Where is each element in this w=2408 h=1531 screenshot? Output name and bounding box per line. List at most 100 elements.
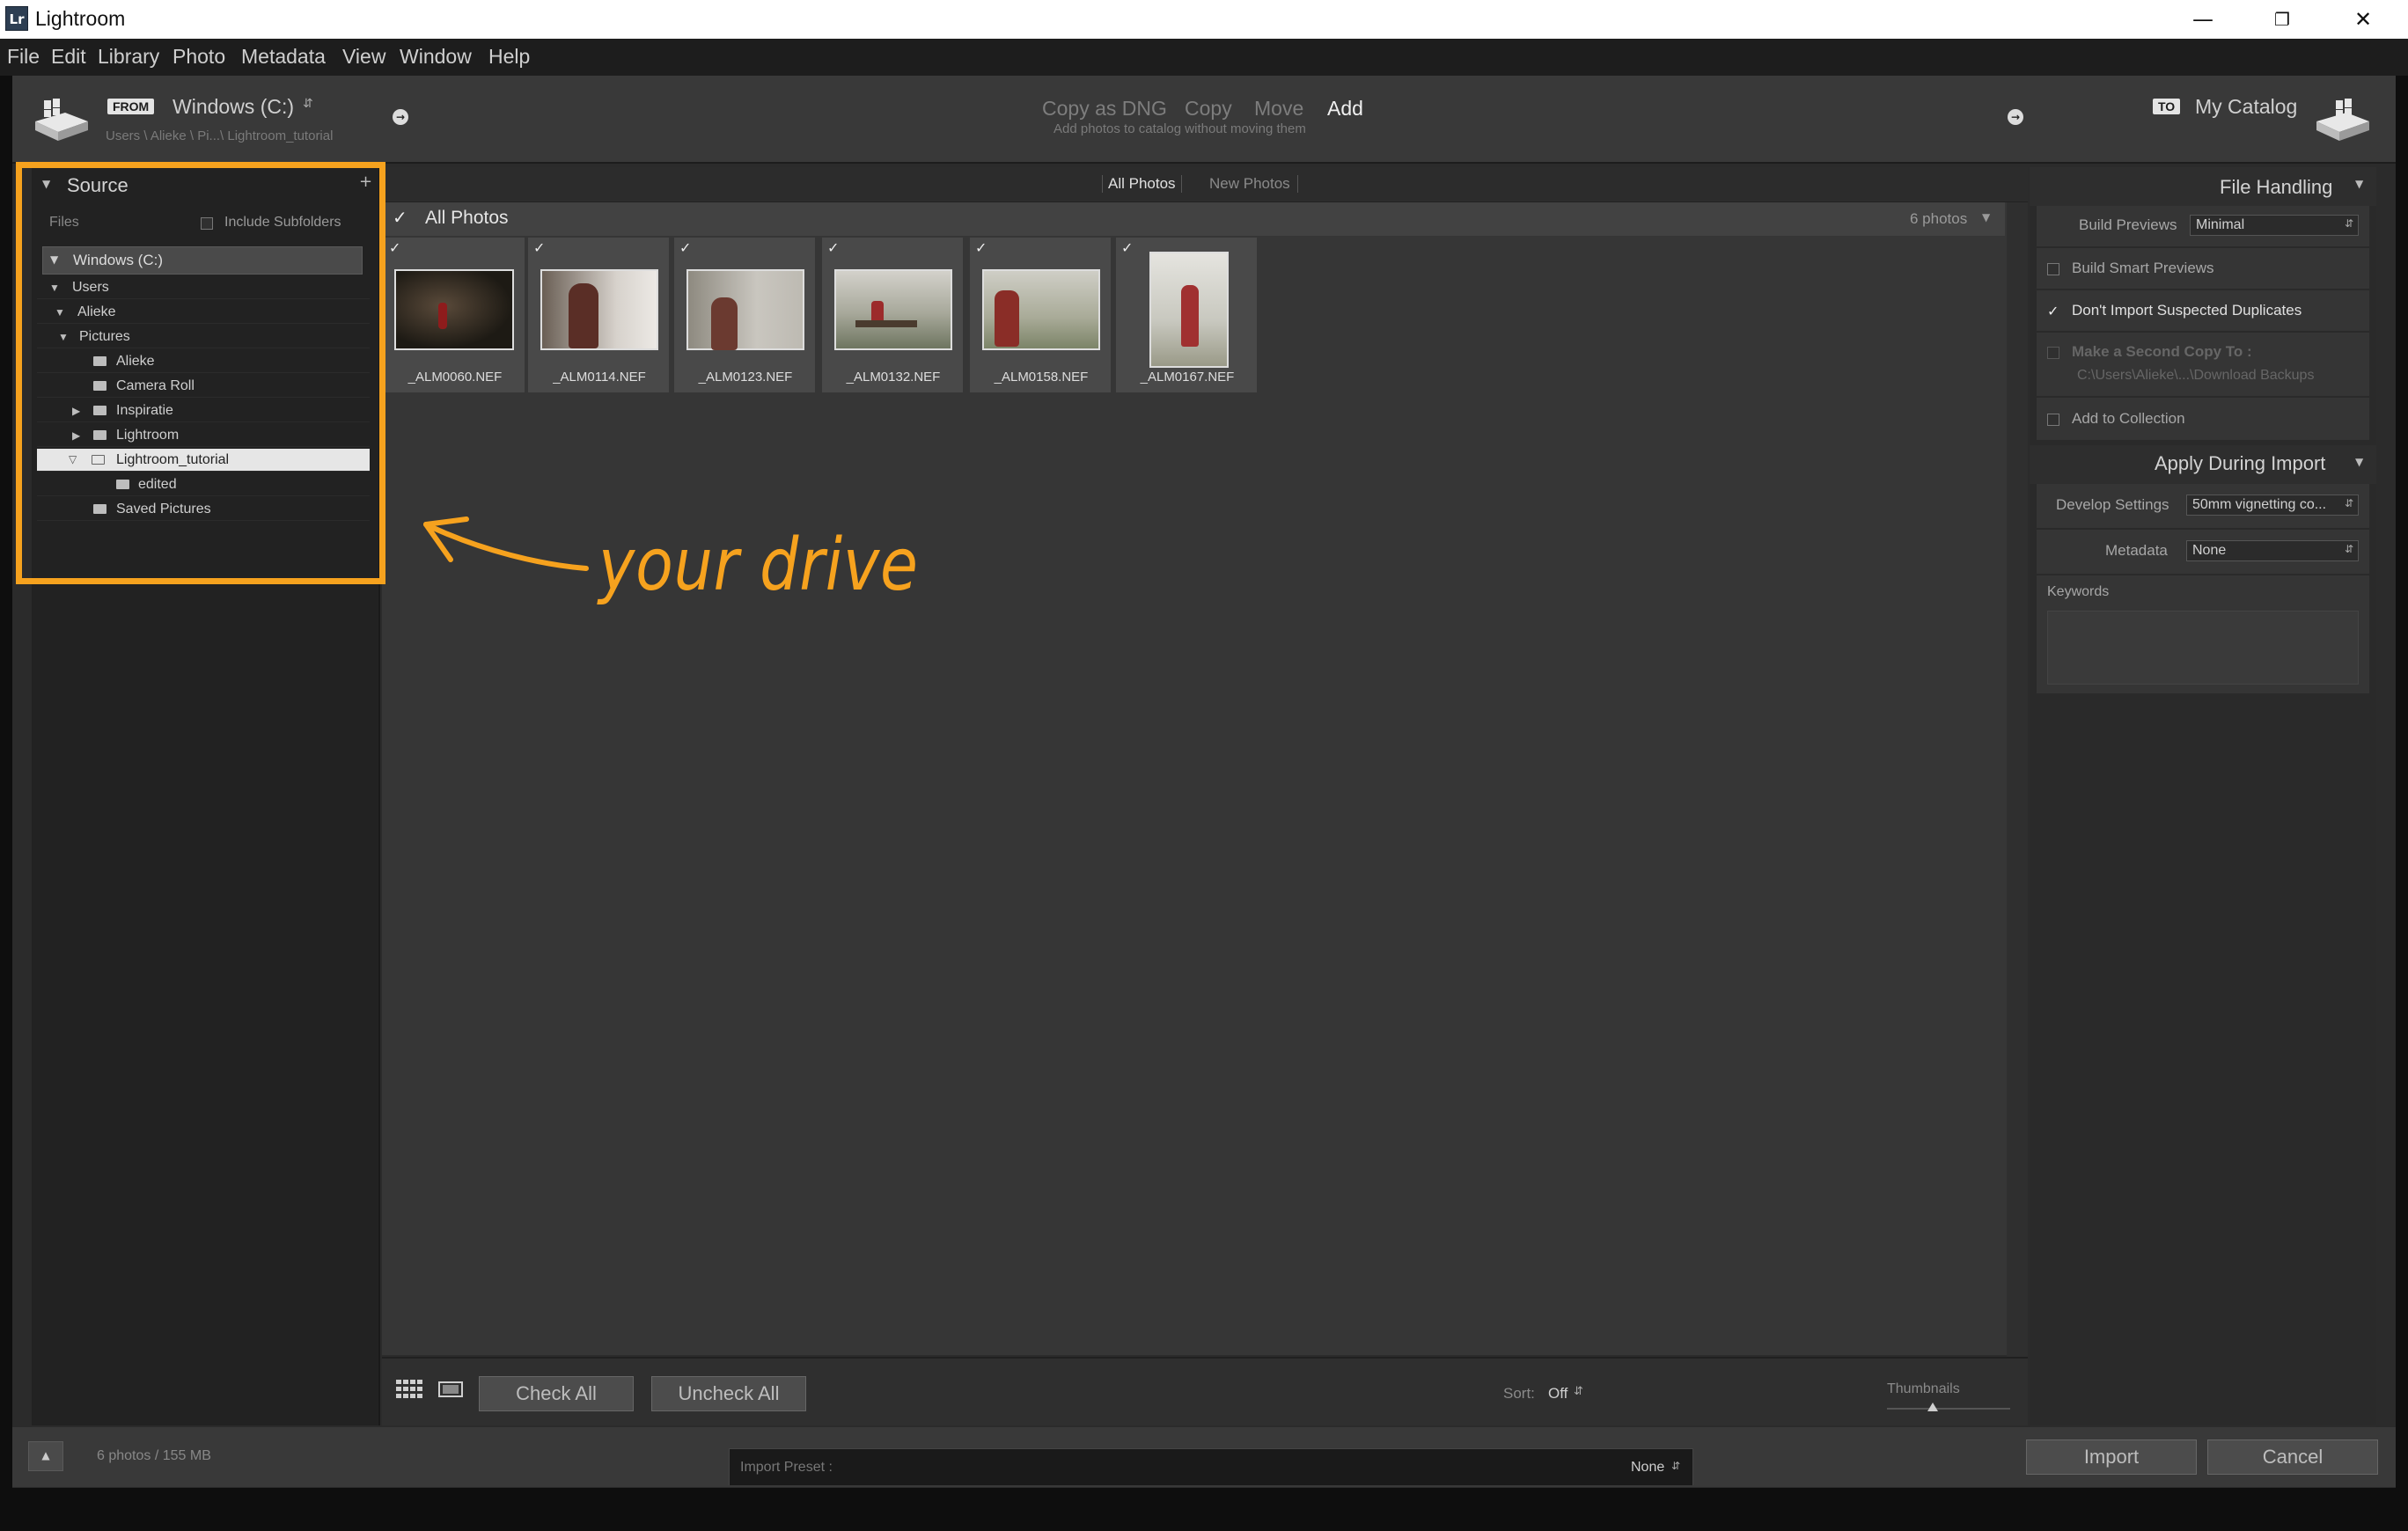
photo-thumbnail <box>834 269 952 350</box>
photo-thumbnail <box>394 269 514 350</box>
annotation-arrow-icon <box>423 516 589 571</box>
photo-cell[interactable]: ✓ _ALM0132.NEF <box>822 238 965 392</box>
menu-view[interactable]: View <box>342 45 385 69</box>
build-previews-select[interactable]: Minimal <box>2190 215 2359 236</box>
collapse-icon[interactable]: ▼ <box>2355 178 2363 190</box>
expand-panel-icon[interactable]: ▲ <box>28 1441 63 1471</box>
source-drive-icon[interactable] <box>30 95 92 144</box>
add-to-collection-label: Add to Collection <box>2072 410 2185 427</box>
mode-move[interactable]: Move <box>1254 97 1303 121</box>
collapse-icon[interactable]: ▼ <box>2355 456 2363 468</box>
all-photos-header: ✓ All Photos 6 photos ▼ <box>384 202 2005 236</box>
lightroom-logo-icon: Lr <box>5 6 28 31</box>
dont-import-duplicates-row: ✓ Don't Import Suspected Duplicates <box>2037 290 2369 333</box>
source-name[interactable]: Windows (C:) <box>173 95 294 119</box>
photo-cell[interactable]: ✓ _ALM0158.NEF <box>970 238 1112 392</box>
apply-during-import-header[interactable]: Apply During Import ▼ <box>2030 445 2376 484</box>
collapse-icon[interactable]: ▼ <box>1982 211 1990 223</box>
photo-count: 6 photos <box>1910 210 1968 227</box>
photo-cell[interactable]: ✓ _ALM0114.NEF <box>528 238 671 392</box>
grid-view-icon[interactable] <box>396 1380 422 1399</box>
grid-scrollbar[interactable] <box>2007 202 2028 1357</box>
photo-checkbox-icon[interactable]: ✓ <box>975 239 987 256</box>
menu-help[interactable]: Help <box>488 45 530 69</box>
import-footer: ▲ 6 photos / 155 MB Import Preset : None… <box>12 1427 2396 1487</box>
thumbnail-size-slider[interactable] <box>1887 1408 2010 1410</box>
metadata-label: Metadata <box>2105 542 2168 559</box>
build-smart-previews-checkbox[interactable] <box>2047 263 2059 275</box>
metadata-select[interactable]: None <box>2186 540 2359 561</box>
dropdown-icon[interactable]: ⇵ <box>2345 217 2353 230</box>
menu-library[interactable]: Library <box>98 45 159 69</box>
highlight-box <box>16 162 385 584</box>
source-nav-arrow-icon[interactable]: → <box>393 109 408 125</box>
tab-new-photos[interactable]: New Photos <box>1209 175 1298 193</box>
dropdown-icon[interactable]: ⇵ <box>1671 1460 1680 1472</box>
minimize-icon[interactable]: — <box>2163 0 2243 39</box>
file-handling-title: File Handling <box>2220 176 2333 198</box>
keywords-row: Keywords <box>2037 575 2369 695</box>
loupe-view-icon[interactable] <box>438 1381 463 1397</box>
sort-dropdown-icon[interactable]: ⇵ <box>1574 1385 1583 1398</box>
keywords-input[interactable] <box>2047 611 2359 685</box>
source-dropdown-icon[interactable]: ⇵ <box>303 97 313 111</box>
dont-import-duplicates-checkbox[interactable]: ✓ <box>2047 304 2059 319</box>
check-all-icon[interactable]: ✓ <box>393 207 407 228</box>
thumbnail-slider-handle[interactable] <box>1927 1403 1938 1411</box>
dropdown-icon[interactable]: ⇵ <box>2345 543 2353 555</box>
close-icon[interactable]: ✕ <box>2324 0 2403 39</box>
import-preset-value[interactable]: None <box>1631 1460 1664 1476</box>
photo-filename: _ALM0167.NEF <box>1140 370 1235 385</box>
thumbnails-label: Thumbnails <box>1887 1381 1960 1396</box>
add-to-collection-row: Add to Collection <box>2037 398 2369 442</box>
import-header: FROM Windows (C:) ⇵ Users \ Alieke \ Pi.… <box>12 76 2396 164</box>
photo-cell[interactable]: ✓ _ALM0167.NEF <box>1116 238 1259 392</box>
photo-checkbox-icon[interactable]: ✓ <box>679 239 691 256</box>
dropdown-icon[interactable]: ⇵ <box>2345 497 2353 509</box>
photo-thumbnail <box>686 269 804 350</box>
photo-cell[interactable]: ✓ _ALM0060.NEF <box>384 238 526 392</box>
add-to-collection-checkbox[interactable] <box>2047 414 2059 426</box>
annotation-text: your drive <box>598 524 919 607</box>
destination-nav-arrow-icon[interactable]: → <box>2008 109 2023 125</box>
sort-value[interactable]: Off <box>1548 1385 1567 1403</box>
photo-thumbnail <box>1149 252 1229 368</box>
import-button[interactable]: Import <box>2026 1439 2197 1475</box>
restore-icon[interactable]: ❐ <box>2243 0 2322 39</box>
build-previews-row: Build Previews Minimal ⇵ <box>2037 206 2369 248</box>
photo-checkbox-icon[interactable]: ✓ <box>827 239 839 256</box>
menu-edit[interactable]: Edit <box>51 45 86 69</box>
file-handling-header[interactable]: File Handling ▼ <box>2030 167 2376 206</box>
second-copy-label: Make a Second Copy To : <box>2072 343 2252 360</box>
sort-label: Sort: <box>1503 1385 1535 1402</box>
tab-all-photos[interactable]: All Photos <box>1102 175 1182 193</box>
mode-add[interactable]: Add <box>1327 97 1363 121</box>
source-path: Users \ Alieke \ Pi...\ Lightroom_tutori… <box>106 128 334 143</box>
photo-checkbox-icon[interactable]: ✓ <box>389 239 400 256</box>
to-badge: TO <box>2153 99 2181 114</box>
photo-checkbox-icon[interactable]: ✓ <box>533 239 545 256</box>
photo-filename: _ALM0132.NEF <box>846 370 941 385</box>
destination-name[interactable]: My Catalog <box>2195 95 2297 119</box>
photo-thumbnail <box>982 269 1100 350</box>
import-preset-bar[interactable]: Import Preset : None ⇵ <box>729 1448 1693 1485</box>
photo-checkbox-icon[interactable]: ✓ <box>1121 239 1133 256</box>
menu-photo[interactable]: Photo <box>173 45 225 69</box>
second-copy-checkbox[interactable] <box>2047 347 2059 359</box>
cancel-button[interactable]: Cancel <box>2207 1439 2378 1475</box>
uncheck-all-button[interactable]: Uncheck All <box>651 1376 806 1411</box>
mode-copy[interactable]: Copy <box>1185 97 1232 121</box>
photo-filename: _ALM0060.NEF <box>407 370 503 385</box>
second-copy-row: Make a Second Copy To : C:\Users\Alieke\… <box>2037 333 2369 398</box>
check-all-button[interactable]: Check All <box>479 1376 634 1411</box>
from-badge: FROM <box>107 99 155 114</box>
mode-copy-as-dng[interactable]: Copy as DNG <box>1042 97 1167 121</box>
build-previews-label: Build Previews <box>2079 216 2177 233</box>
menu-window[interactable]: Window <box>400 45 472 69</box>
grid-tabs: All Photos New Photos <box>382 167 2028 202</box>
destination-drive-icon[interactable] <box>2313 95 2375 144</box>
photo-cell[interactable]: ✓ _ALM0123.NEF <box>674 238 817 392</box>
menu-file[interactable]: File <box>7 45 40 69</box>
menu-metadata[interactable]: Metadata <box>241 45 326 69</box>
develop-settings-select[interactable]: 50mm vignetting co... <box>2186 494 2359 516</box>
